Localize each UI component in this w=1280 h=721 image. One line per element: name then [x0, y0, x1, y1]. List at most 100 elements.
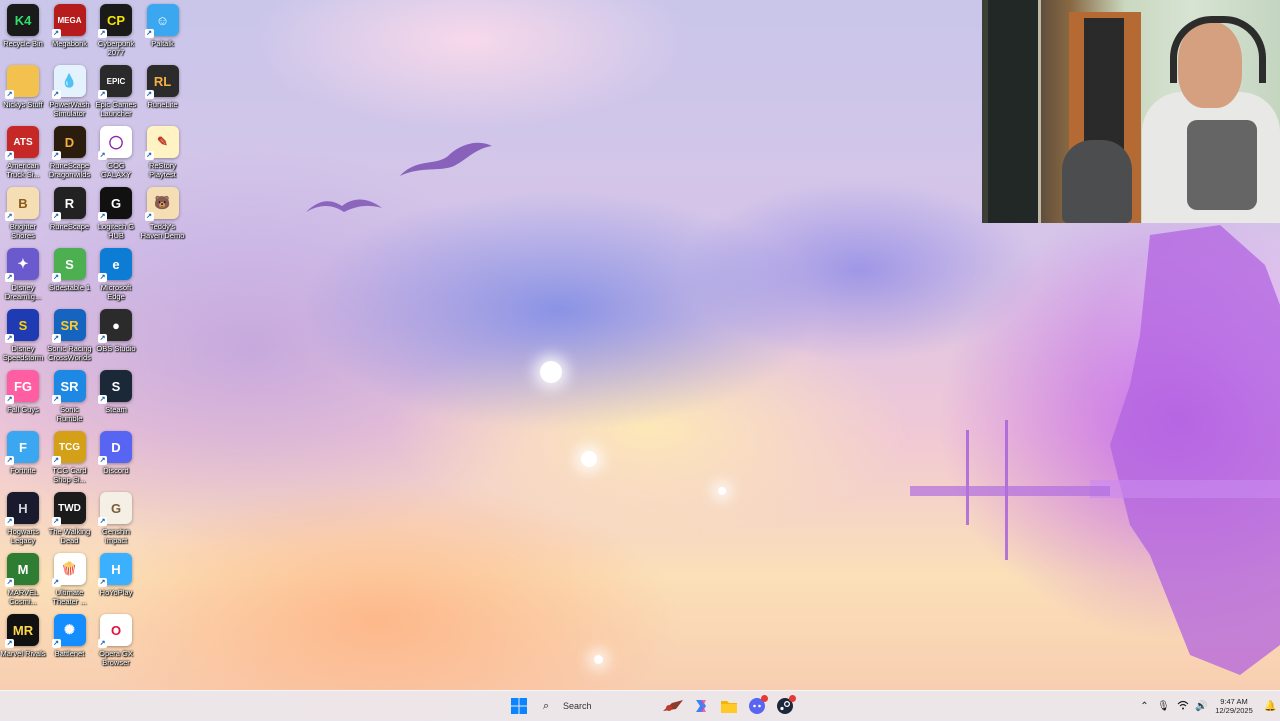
taskbar-app-file-explorer[interactable] — [716, 693, 742, 719]
shortcut-arrow-icon: ↗ — [5, 334, 14, 343]
notification-bell-icon[interactable]: 🔔 — [1261, 701, 1280, 712]
wallpaper-floating-city — [1090, 225, 1280, 675]
hoyoplay-icon: H ↗ — [98, 553, 132, 587]
desktop-icon-marvel-cosmi[interactable]: M ↗ MARVEL Cosmi... — [0, 551, 46, 606]
shortcut-arrow-icon: ↗ — [5, 395, 14, 404]
desktop-icon-label: Disney Speedstorm — [2, 344, 44, 362]
start-button[interactable] — [506, 693, 532, 719]
taskbar: ⌕ Search ⌃ 🎙 🔊 9:47 AM 12/29/2025 🔔 — [0, 690, 1280, 721]
desktop-icon-logitech-g-hub[interactable]: G ↗ Logitech G HUB — [93, 185, 139, 240]
desktop-icon-label: OBS Studio — [96, 344, 136, 353]
search-box[interactable]: ⌕ Search — [537, 695, 655, 717]
desktop-icon-runescape-dragonwilds[interactable]: D ↗ RuneScape Dragonwilds — [47, 124, 93, 179]
desktop-icon-steam[interactable]: S ↗ Steam — [93, 368, 139, 414]
desktop-icon-powerwash-simulator[interactable]: 💧 ↗ PowerWash Simulator — [47, 63, 93, 118]
desktop-icon-runelite[interactable]: RL ↗ RuneLite — [140, 63, 186, 109]
desktop-icon-label: Sidestable 1 — [48, 283, 91, 292]
wifi-icon[interactable] — [1173, 700, 1192, 713]
desktop-icon-hogwarts-legacy[interactable]: H ↗ Hogwarts Legacy — [0, 490, 46, 545]
desktop-icon-label: American Truck Si... — [6, 161, 40, 179]
desktop-icon-battlenet[interactable]: ✺ ↗ Battlenet — [47, 612, 93, 658]
shortcut-arrow-icon: ↗ — [5, 151, 14, 160]
desktop-icon-brighter-shores[interactable]: B ↗ Brighter Shores — [0, 185, 46, 240]
clock[interactable]: 9:47 AM 12/29/2025 — [1211, 697, 1257, 715]
desktop-icon-the-walking-dead[interactable]: TWD ↗ The Walking Dead — [47, 490, 93, 545]
taskbar-app-copilot[interactable] — [688, 693, 714, 719]
microphone-icon[interactable]: 🎙 — [1154, 701, 1173, 712]
desktop-icon-sonic-racing-crossworlds[interactable]: SR ↗ Sonic Racing CrossWorlds — [47, 307, 93, 362]
desktop-icon-epic-games-launcher[interactable]: EPIC ↗ Epic Games Launcher — [93, 63, 139, 118]
desktop-icon-sidestable-1[interactable]: S ↗ Sidestable 1 — [47, 246, 93, 292]
search-icon: ⌕ — [543, 699, 550, 712]
shortcut-arrow-icon: ↗ — [51, 212, 61, 221]
desktop-icon-american-truck-si[interactable]: ATS ↗ American Truck Si... — [0, 124, 46, 179]
desktop-icon-label: Opera GX Browser — [99, 649, 133, 667]
paltalk-icon: ☺ ↗ — [144, 4, 179, 38]
desktop-icon-fall-guys[interactable]: FG ↗ Fall Guys — [0, 368, 46, 414]
desktop-icon-label: RuneScape Dragonwilds — [48, 161, 91, 179]
desktop-icon-label: Megabonk — [51, 39, 88, 48]
desktop-icon-hoyoplay[interactable]: H ↗ HoYoPlay — [93, 551, 139, 597]
desktop-icon-opera-gx-browser[interactable]: O ↗ Opera GX Browser — [93, 612, 139, 667]
desktop-icon-disney-dreamlig[interactable]: ✦ ↗ Disney Dreamlig... — [0, 246, 46, 301]
shortcut-arrow-icon: ↗ — [98, 456, 107, 465]
marvel-rivals-icon: MR ↗ — [5, 614, 39, 648]
volume-icon[interactable]: 🔊 — [1192, 701, 1211, 712]
discord-icon: D ↗ — [98, 431, 132, 465]
shortcut-arrow-icon: ↗ — [51, 578, 61, 587]
desktop-icon-label: TCG Card Shop Si... — [52, 466, 87, 484]
desktop-icon-cyberpunk-2077[interactable]: CP ↗ Cyberpunk 2077 — [93, 2, 139, 57]
desktop-icon-microsoft-edge[interactable]: e ↗ Microsoft Edge — [93, 246, 139, 301]
desktop-icon-teddy-s-haven-demo[interactable]: 🐻 ↗ Teddy's Haven Demo — [140, 185, 186, 240]
desktop-icon-fortnite[interactable]: F ↗ Fortnite — [0, 429, 46, 475]
disney-dreamlig-icon: ✦ ↗ — [5, 248, 39, 282]
brighter-shores-icon: B ↗ — [5, 187, 39, 221]
desktop-icon-label: Battlenet — [54, 649, 85, 658]
desktop-icon-label: Sonic Rumble — [56, 405, 83, 423]
clock-time: 9:47 AM — [1220, 697, 1248, 706]
desktop-icon-label: ReStory Playtest — [148, 161, 177, 179]
desktop-icon-runescape[interactable]: R ↗ RuneScape — [47, 185, 93, 231]
shortcut-arrow-icon: ↗ — [98, 639, 107, 648]
desktop-icon-genshin-impact[interactable]: G ↗ Genshin Impact — [93, 490, 139, 545]
fall-guys-icon: FG ↗ — [5, 370, 39, 404]
restory-playtest-icon: ✎ ↗ — [144, 126, 179, 160]
desktop-icon-label: Nickys Stuff — [3, 100, 43, 109]
desktop-icon-megabonk[interactable]: MEGA ↗ Megabonk — [47, 2, 93, 48]
desktop-icon-sonic-rumble[interactable]: SR ↗ Sonic Rumble — [47, 368, 93, 423]
desktop-icon-recycle-bin[interactable]: K4 Recycle Bin — [0, 2, 46, 48]
desktop-icon-label: Paltalk — [151, 39, 174, 48]
desktop-icon-tcg-card-shop-si[interactable]: TCG ↗ TCG Card Shop Si... — [47, 429, 93, 484]
desktop-icon-label: Fortnite — [10, 466, 36, 475]
shortcut-arrow-icon: ↗ — [51, 456, 61, 465]
desktop-icon-restory-playtest[interactable]: ✎ ↗ ReStory Playtest — [140, 124, 186, 179]
american-truck-si-icon: ATS ↗ — [5, 126, 39, 160]
shortcut-arrow-icon: ↗ — [98, 578, 107, 587]
taskbar-app-discord[interactable] — [744, 693, 770, 719]
desktop-icon-ultimate-theater[interactable]: 🍿 ↗ Ultimate Theater ... — [47, 551, 93, 606]
shortcut-arrow-icon: ↗ — [51, 517, 61, 526]
desktop-icon-gog-galaxy[interactable]: ◯ ↗ GOG GALAXY — [93, 124, 139, 179]
notification-badge — [789, 695, 796, 702]
search-label: Search — [563, 701, 592, 711]
webcam-closet-door — [988, 0, 1041, 223]
chevron-up-icon[interactable]: ⌃ — [1135, 701, 1154, 712]
sonic-racing-crossworlds-icon: SR ↗ — [51, 309, 86, 343]
shortcut-arrow-icon: ↗ — [5, 273, 14, 282]
taskbar-app-game[interactable] — [660, 693, 686, 719]
taskbar-app-steam[interactable] — [772, 693, 798, 719]
desktop-icon-label: GOG GALAXY — [100, 161, 131, 179]
runescape-icon: R ↗ — [51, 187, 86, 221]
desktop-icon-obs-studio[interactable]: ● ↗ OBS Studio — [93, 307, 139, 353]
taskbar-center: ⌕ Search — [505, 691, 799, 721]
desktop-icon-label: Sonic Racing CrossWorlds — [47, 344, 92, 362]
shortcut-arrow-icon: ↗ — [98, 395, 107, 404]
desktop-icon-marvel-rivals[interactable]: MR ↗ Marvel Rivals — [0, 612, 46, 658]
desktop-icon-paltalk[interactable]: ☺ ↗ Paltalk — [140, 2, 186, 48]
desktop-icon-disney-speedstorm[interactable]: S ↗ Disney Speedstorm — [0, 307, 46, 362]
shortcut-arrow-icon: ↗ — [51, 29, 61, 38]
desktop-icon-label: Disney Dreamlig... — [4, 283, 42, 301]
webcam-chair — [1062, 140, 1132, 223]
desktop-icon-nickys-stuff[interactable]: ↗ Nickys Stuff — [0, 63, 46, 109]
desktop-icon-discord[interactable]: D ↗ Discord — [93, 429, 139, 475]
